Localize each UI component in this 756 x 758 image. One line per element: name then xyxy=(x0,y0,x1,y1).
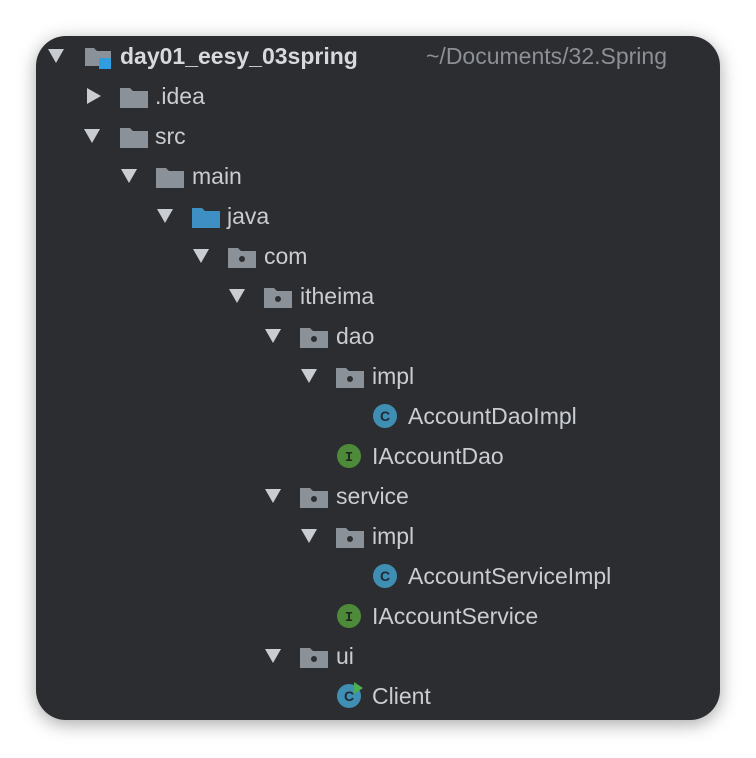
chevron-down-icon[interactable] xyxy=(121,167,137,185)
svg-text:C: C xyxy=(380,408,390,424)
chevron-down-icon[interactable] xyxy=(265,327,281,345)
file-label-client: Client xyxy=(372,683,431,709)
chevron-down-icon[interactable] xyxy=(48,47,64,65)
tree-row-dao[interactable]: dao xyxy=(36,316,720,356)
package-label-com: com xyxy=(264,243,308,269)
folder-icon xyxy=(120,86,148,108)
chevron-down-icon[interactable] xyxy=(301,367,317,385)
interface-icon: I xyxy=(336,443,364,468)
tree-row-iaccount-dao[interactable]: I IAccountDao xyxy=(36,436,720,476)
chevron-down-icon[interactable] xyxy=(193,247,209,265)
interface-icon: I xyxy=(336,603,364,628)
tree-row-account-service-impl[interactable]: C AccountServiceImpl xyxy=(36,556,720,596)
module-folder-icon xyxy=(84,44,112,69)
file-label-iaccount-service: IAccountService xyxy=(372,603,539,629)
tree-row-itheima[interactable]: itheima xyxy=(36,276,720,316)
folder-icon xyxy=(156,166,184,188)
package-icon xyxy=(300,326,328,348)
package-icon xyxy=(264,286,292,308)
runnable-class-icon: C xyxy=(336,681,364,708)
chevron-down-icon[interactable] xyxy=(84,127,100,145)
tree-row-account-dao-impl[interactable]: C AccountDaoImpl xyxy=(36,396,720,436)
chevron-down-icon[interactable] xyxy=(229,287,245,305)
class-icon: C xyxy=(372,403,400,428)
folder-label-src: src xyxy=(155,123,186,149)
file-label-account-dao-impl: AccountDaoImpl xyxy=(408,403,577,429)
tree-row-java[interactable]: java xyxy=(36,196,720,236)
tree-row-iaccount-service[interactable]: I IAccountService xyxy=(36,596,720,636)
chevron-down-icon[interactable] xyxy=(265,487,281,505)
chevron-down-icon[interactable] xyxy=(265,647,281,665)
class-icon: C xyxy=(372,563,400,588)
tree-row-src[interactable]: src xyxy=(36,116,720,156)
tree-row-com[interactable]: com xyxy=(36,236,720,276)
project-tool-window: day01_eesy_03spring ~/Documents/32.Sprin… xyxy=(36,36,720,720)
package-label-itheima: itheima xyxy=(300,283,375,309)
tree-row-service[interactable]: service xyxy=(36,476,720,516)
package-icon xyxy=(228,246,256,268)
tree-row-dao-impl[interactable]: impl xyxy=(36,356,720,396)
file-label-iaccount-dao: IAccountDao xyxy=(372,443,504,469)
folder-label-main: main xyxy=(192,163,242,189)
project-name: day01_eesy_03spring xyxy=(120,43,358,69)
package-label-ui: ui xyxy=(336,643,354,669)
tree-row-client[interactable]: C Client xyxy=(36,676,720,716)
svg-text:I: I xyxy=(345,610,353,626)
package-icon xyxy=(300,486,328,508)
package-icon xyxy=(336,366,364,388)
folder-label-java: java xyxy=(227,203,270,229)
package-label-service: service xyxy=(336,483,409,509)
file-label-account-service-impl: AccountServiceImpl xyxy=(408,563,612,589)
tree-row-idea[interactable]: .idea xyxy=(36,76,720,116)
svg-text:C: C xyxy=(380,568,390,584)
chevron-right-icon[interactable] xyxy=(84,87,101,105)
tree-row-main[interactable]: main xyxy=(36,156,720,196)
tree-row-project-root[interactable]: day01_eesy_03spring ~/Documents/32.Sprin… xyxy=(36,36,720,76)
tree-row-ui[interactable]: ui xyxy=(36,636,720,676)
chevron-down-icon[interactable] xyxy=(301,527,317,545)
package-label-dao-impl: impl xyxy=(372,363,415,389)
chevron-down-icon[interactable] xyxy=(157,207,173,225)
package-icon xyxy=(336,526,364,548)
tree-row-service-impl[interactable]: impl xyxy=(36,516,720,556)
package-label-dao: dao xyxy=(336,323,375,349)
package-icon xyxy=(300,646,328,668)
package-label-service-impl: impl xyxy=(372,523,415,549)
folder-label-idea: .idea xyxy=(155,83,205,109)
source-folder-icon xyxy=(192,206,220,228)
folder-icon xyxy=(120,126,148,148)
svg-text:I: I xyxy=(345,450,353,466)
svg-text:C: C xyxy=(344,688,354,704)
project-path: ~/Documents/32.Spring xyxy=(426,43,667,69)
